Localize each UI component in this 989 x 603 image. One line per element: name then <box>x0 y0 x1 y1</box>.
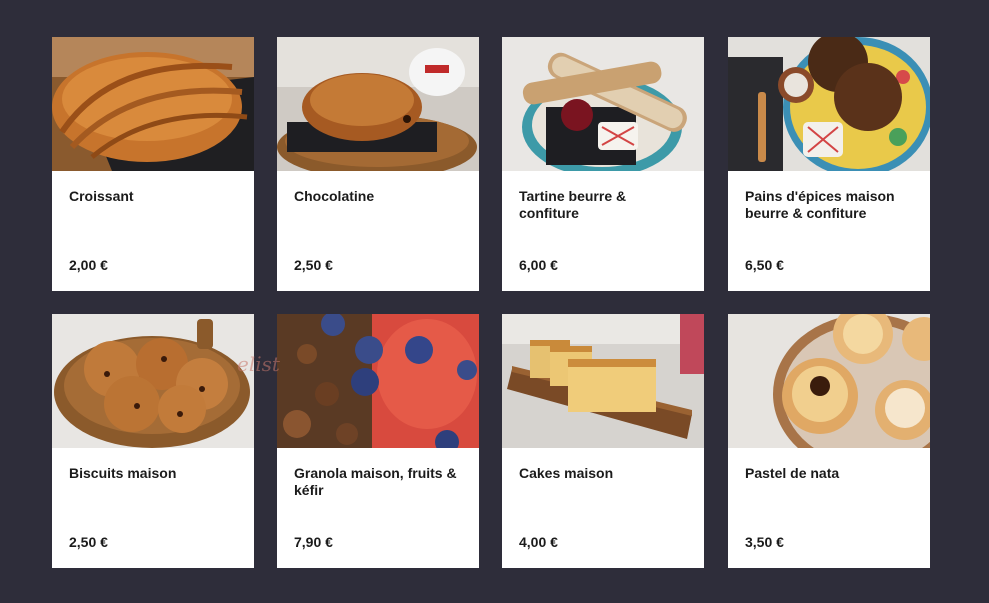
product-name: Tartine beurre & confiture <box>519 188 627 221</box>
product-price: 7,90 € <box>294 534 333 550</box>
chocolatine-photo <box>277 37 479 171</box>
pastel-de-nata-photo <box>728 314 930 448</box>
product-price: 2,50 € <box>69 534 108 550</box>
product-name: Pains d'épices maison beurre & confiture <box>745 188 895 221</box>
product-card-granola[interactable]: Granola maison, fruits & kéfir 7,90 € <box>277 314 479 568</box>
croissant-photo <box>52 37 254 171</box>
product-card-croissant[interactable]: Croissant 2,00 € <box>52 37 254 291</box>
tartine-photo <box>502 37 704 171</box>
product-card-tartine[interactable]: Tartine beurre & confiture 6,00 € <box>502 37 704 291</box>
product-card-pastel-de-nata[interactable]: Pastel de nata 3,50 € <box>728 314 930 568</box>
product-name: Croissant <box>69 188 134 204</box>
product-price: 4,00 € <box>519 534 558 550</box>
product-name: Biscuits maison <box>69 465 177 481</box>
product-card-biscuits[interactable]: Biscuits maison 2,50 € <box>52 314 254 568</box>
product-price: 2,00 € <box>69 257 108 273</box>
pain-epices-photo <box>728 37 930 171</box>
product-price: 3,50 € <box>745 534 784 550</box>
product-name: Chocolatine <box>294 188 375 204</box>
product-name: Cakes maison <box>519 465 614 481</box>
product-card-cakes[interactable]: Cakes maison 4,00 € <box>502 314 704 568</box>
product-price: 6,00 € <box>519 257 558 273</box>
biscuits-photo <box>52 314 254 448</box>
granola-photo <box>277 314 479 448</box>
product-card-pains-epices[interactable]: Pains d'épices maison beurre & confiture… <box>728 37 930 291</box>
product-grid: Croissant 2,00 € Chocolatine 2,50 € Tart… <box>0 0 989 603</box>
product-price: 6,50 € <box>745 257 784 273</box>
product-price: 2,50 € <box>294 257 333 273</box>
product-name: Pastel de nata <box>745 465 840 481</box>
product-name: Granola maison, fruits & kéfir <box>294 465 457 498</box>
product-card-chocolatine[interactable]: Chocolatine 2,50 € <box>277 37 479 291</box>
cakes-photo <box>502 314 704 448</box>
